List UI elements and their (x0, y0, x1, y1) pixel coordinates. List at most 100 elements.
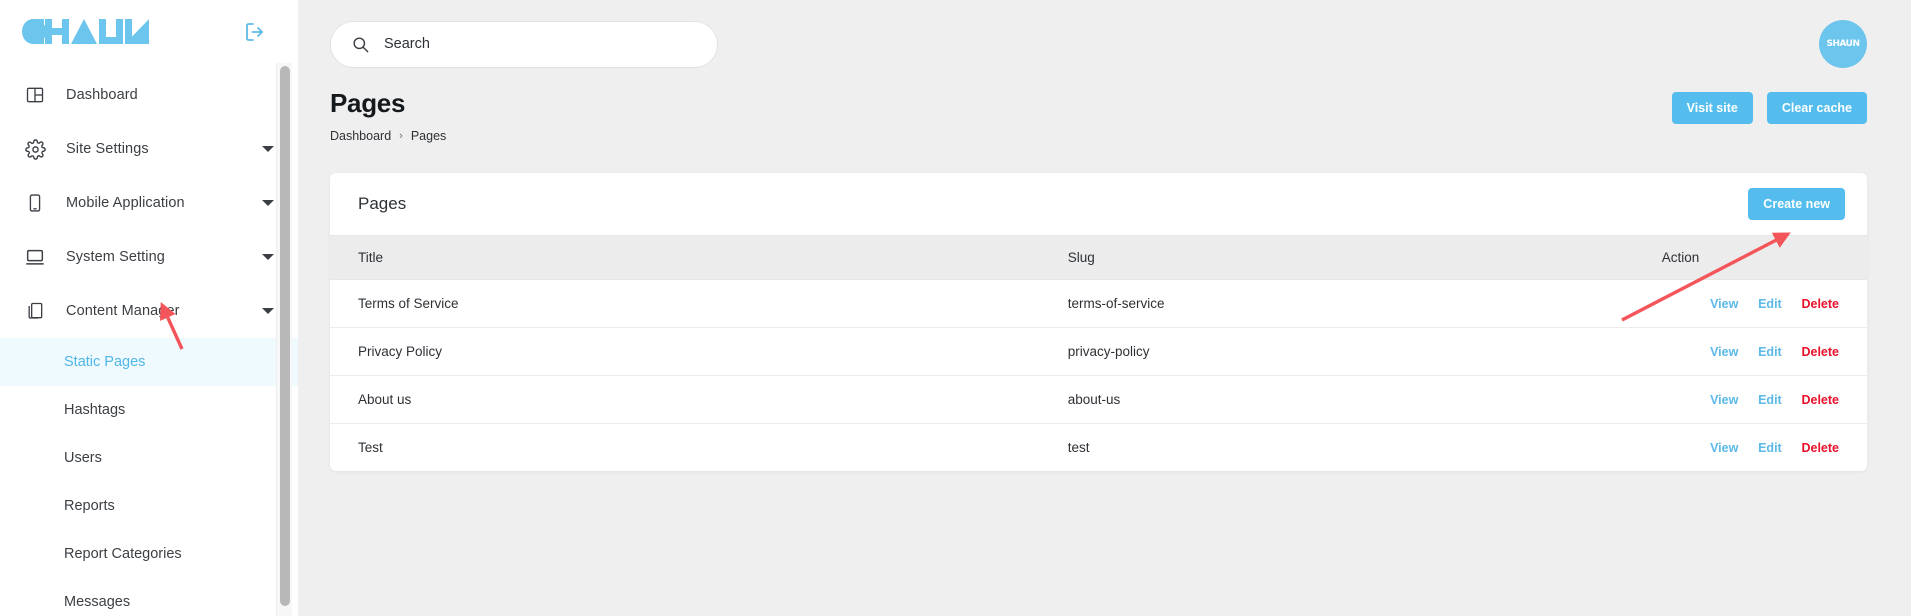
delete-link[interactable]: Delete (1801, 393, 1839, 407)
page-header: Pages Dashboard › Pages Visit site Clear… (298, 88, 1911, 143)
topbar: SHAUN (298, 0, 1911, 88)
layers-copy-icon (22, 298, 48, 324)
avatar-label: SHAUN (1826, 39, 1860, 49)
sidebar-header (0, 0, 298, 63)
cell-slug: terms-of-service (1067, 279, 1652, 328)
search-icon (351, 35, 370, 54)
breadcrumb-separator: › (399, 130, 403, 142)
cell-action: View Edit Delete (1652, 424, 1867, 472)
logout-icon[interactable] (242, 19, 268, 45)
sidebar-item-dashboard[interactable]: Dashboard (0, 68, 298, 122)
table-head: Title Slug Action (330, 235, 1867, 280)
delete-link[interactable]: Delete (1801, 297, 1839, 311)
card-title: Pages (358, 194, 407, 213)
card-header: Pages Create new (330, 173, 1867, 235)
table-row: Test test View Edit Delete (330, 424, 1867, 472)
column-header-title: Title (330, 235, 1068, 280)
table-row: Privacy Policy privacy-policy View Edit … (330, 327, 1867, 376)
sidebar-item-hashtags[interactable]: Hashtags (0, 386, 298, 434)
table-row: Terms of Service terms-of-service View E… (330, 279, 1867, 328)
sidebar-subitem-label: Report Categories (64, 546, 182, 562)
cell-title: Privacy Policy (330, 327, 1068, 376)
page-header-actions: Visit site Clear cache (1671, 88, 1867, 124)
chevron-down-icon[interactable] (262, 200, 274, 206)
view-link[interactable]: View (1710, 345, 1738, 359)
page-header-left: Pages Dashboard › Pages (330, 88, 446, 143)
sidebar-item-mobile-application[interactable]: Mobile Application (0, 176, 298, 230)
cell-action: View Edit Delete (1651, 327, 1867, 376)
edit-link[interactable]: Edit (1758, 441, 1782, 455)
logo-letter-a (71, 19, 97, 44)
edit-link[interactable]: Edit (1758, 345, 1782, 359)
sidebar-subitem-label: Users (64, 450, 102, 466)
table-header-row: Title Slug Action (330, 235, 1867, 280)
delete-link[interactable]: Delete (1801, 441, 1839, 455)
pages-table: Title Slug Action Terms of Service terms… (330, 235, 1867, 471)
logo-letter-u (99, 19, 123, 44)
sidebar-item-label: System Setting (66, 249, 165, 265)
main-content: SHAUN Pages Dashboard › Pages Visit site… (298, 0, 1911, 616)
chevron-down-icon[interactable] (262, 254, 274, 260)
delete-link[interactable]: Delete (1801, 345, 1839, 359)
sidebar: Dashboard Site Settings Mobile Applicati… (0, 0, 298, 616)
page-title: Pages (330, 88, 406, 118)
sidebar-nav: Dashboard Site Settings Mobile Applicati… (0, 63, 298, 616)
sidebar-item-label: Dashboard (66, 87, 138, 103)
column-header-slug: Slug (1067, 235, 1652, 280)
logo-letter-n (125, 19, 149, 44)
sidebar-subitem-label: Hashtags (64, 402, 126, 418)
cell-slug: privacy-policy (1067, 327, 1652, 376)
logo-letter-h (45, 19, 69, 44)
view-link[interactable]: View (1710, 441, 1738, 455)
chevron-down-icon[interactable] (262, 146, 274, 152)
laptop-icon (22, 244, 48, 270)
search-input[interactable] (384, 36, 697, 52)
search-box[interactable] (330, 20, 718, 68)
sidebar-item-report-categories[interactable]: Report Categories (0, 530, 298, 578)
logo-letter-s (22, 19, 47, 44)
view-link[interactable]: View (1710, 393, 1738, 407)
cell-slug: about-us (1067, 375, 1652, 424)
cell-action: View Edit Delete (1651, 375, 1867, 424)
pages-card: Pages Create new Title Slug Action Terms… (330, 173, 1867, 471)
admin-dashboard: Dashboard Site Settings Mobile Applicati… (0, 0, 1911, 616)
cell-title: Terms of Service (330, 279, 1068, 328)
cell-action: View Edit Delete (1651, 279, 1867, 328)
column-header-action: Action (1651, 235, 1867, 280)
breadcrumb-dashboard[interactable]: Dashboard (330, 129, 391, 143)
sidebar-item-label: Content Manager (66, 303, 180, 319)
sidebar-item-users[interactable]: Users (0, 434, 298, 482)
dashboard-layout-icon (22, 82, 48, 108)
sidebar-item-label: Site Settings (66, 141, 149, 157)
sidebar-item-static-pages[interactable]: Static Pages (0, 338, 298, 386)
sidebar-scrollbar[interactable] (276, 63, 292, 616)
sidebar-item-messages[interactable]: Messages (0, 578, 298, 616)
visit-site-button[interactable]: Visit site (1671, 92, 1753, 124)
edit-link[interactable]: Edit (1758, 393, 1782, 407)
clear-cache-button[interactable]: Clear cache (1766, 92, 1867, 124)
sidebar-subitem-label: Static Pages (64, 354, 146, 370)
smartphone-icon (22, 190, 48, 216)
sidebar-item-label: Mobile Application (66, 195, 185, 211)
cell-title: Test (358, 440, 383, 455)
cell-slug: test (1067, 440, 1090, 455)
sidebar-scrollbar-thumb[interactable] (280, 66, 290, 606)
brand-logo[interactable] (22, 19, 149, 44)
cell-title: About us (330, 375, 1068, 424)
sidebar-item-site-settings[interactable]: Site Settings (0, 122, 298, 176)
sidebar-item-system-setting[interactable]: System Setting (0, 230, 298, 284)
edit-link[interactable]: Edit (1758, 297, 1782, 311)
avatar[interactable]: SHAUN (1819, 20, 1867, 68)
gear-icon (22, 136, 48, 162)
table-row: About us about-us View Edit Delete (330, 375, 1867, 424)
sidebar-subitem-label: Reports (64, 498, 115, 514)
breadcrumb-current: Pages (410, 129, 447, 143)
chevron-down-icon[interactable] (262, 308, 274, 314)
sidebar-item-reports[interactable]: Reports (0, 482, 298, 530)
view-link[interactable]: View (1710, 297, 1738, 311)
create-new-button[interactable]: Create new (1748, 188, 1845, 220)
table-body: Terms of Service terms-of-service View E… (330, 279, 1867, 472)
sidebar-subitem-label: Messages (64, 594, 131, 610)
breadcrumb: Dashboard › Pages (330, 129, 446, 143)
sidebar-item-content-manager[interactable]: Content Manager (0, 284, 298, 338)
